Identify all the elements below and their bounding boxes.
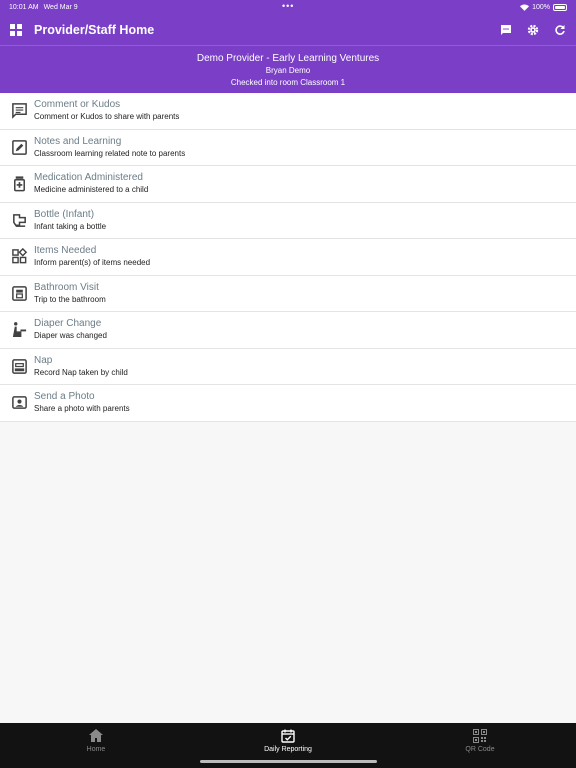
item-title: Diaper Change	[34, 318, 102, 330]
list-item-bottle-infant[interactable]: Bottle (Infant) Infant taking a bottle	[0, 203, 576, 239]
item-title: Comment or Kudos	[34, 99, 121, 111]
provider-name: Demo Provider - Early Learning Ventures	[196, 53, 380, 64]
edit-note-icon	[10, 138, 29, 157]
list-item-send-photo[interactable]: Send a Photo Share a photo with parents	[0, 385, 576, 422]
refresh-icon[interactable]	[553, 23, 566, 36]
item-title: Items Needed	[34, 245, 97, 257]
checkin-banner: Demo Provider - Early Learning Ventures …	[0, 45, 576, 93]
item-title: Notes and Learning	[34, 135, 122, 147]
tab-label: Home	[86, 746, 106, 753]
item-subtitle: Share a photo with parents	[34, 404, 130, 414]
qr-code-icon	[473, 728, 488, 743]
item-subtitle: Inform parent(s) of items needed	[34, 258, 151, 268]
item-subtitle: Infant taking a bottle	[34, 221, 107, 231]
list-item-notes-learning[interactable]: Notes and Learning Classroom learning re…	[0, 130, 576, 166]
tab-qr-code[interactable]: QR Code	[384, 723, 576, 768]
bathroom-icon	[10, 284, 29, 303]
report-type-list: Comment or Kudos Comment or Kudos to sha…	[0, 93, 576, 422]
list-item-bathroom-visit[interactable]: Bathroom Visit Trip to the bathroom	[0, 276, 576, 312]
list-item-diaper-change[interactable]: Diaper Change Diaper was changed	[0, 312, 576, 349]
item-title: Bathroom Visit	[34, 281, 99, 293]
item-subtitle: Trip to the bathroom	[34, 294, 106, 304]
checkin-status: Checked into room Classroom 1	[230, 78, 346, 87]
home-icon	[89, 728, 104, 743]
home-indicator[interactable]	[200, 760, 377, 763]
nap-icon	[10, 357, 29, 376]
list-item-comment-kudos[interactable]: Comment or Kudos Comment or Kudos to sha…	[0, 93, 576, 130]
item-subtitle: Comment or Kudos to share with parents	[34, 112, 180, 122]
medication-icon	[10, 174, 29, 193]
tab-label: QR Code	[465, 746, 495, 753]
list-item-items-needed[interactable]: Items Needed Inform parent(s) of items n…	[0, 239, 576, 276]
item-title: Nap	[34, 354, 53, 366]
widgets-icon	[10, 247, 29, 266]
multitasking-dots-icon[interactable]: •••	[282, 1, 294, 11]
item-subtitle: Record Nap taken by child	[34, 367, 128, 377]
calendar-check-icon	[281, 728, 296, 743]
list-item-nap[interactable]: Nap Record Nap taken by child	[0, 349, 576, 385]
dashboard-menu-icon[interactable]	[10, 23, 22, 36]
wifi-icon	[520, 4, 530, 11]
item-title: Send a Photo	[34, 391, 95, 403]
app-bar: Provider/Staff Home	[0, 14, 576, 45]
tab-home[interactable]: Home	[0, 723, 192, 768]
settings-gear-icon[interactable]	[526, 23, 539, 36]
diaper-change-icon	[10, 320, 29, 339]
tab-label: Daily Reporting	[264, 746, 312, 753]
item-title: Medication Administered	[34, 172, 143, 184]
photo-icon	[10, 393, 29, 412]
status-date: Wed Mar 9	[43, 3, 78, 11]
page-title: Provider/Staff Home	[34, 22, 155, 37]
item-subtitle: Diaper was changed	[34, 331, 107, 341]
status-bar: 10:01 AM Wed Mar 9 ••• 100%	[0, 0, 576, 14]
comment-icon	[10, 101, 29, 120]
battery-icon	[553, 3, 567, 11]
item-subtitle: Medicine administered to a child	[34, 185, 149, 195]
item-subtitle: Classroom learning related note to paren…	[34, 148, 186, 158]
message-icon[interactable]	[499, 23, 512, 36]
battery-percent: 100%	[532, 3, 550, 11]
item-title: Bottle (Infant)	[34, 208, 95, 220]
list-item-medication[interactable]: Medication Administered Medicine adminis…	[0, 166, 576, 203]
status-time: 10:01 AM	[9, 3, 39, 11]
staff-name: Bryan Demo	[265, 66, 311, 75]
bottle-icon	[10, 211, 29, 230]
